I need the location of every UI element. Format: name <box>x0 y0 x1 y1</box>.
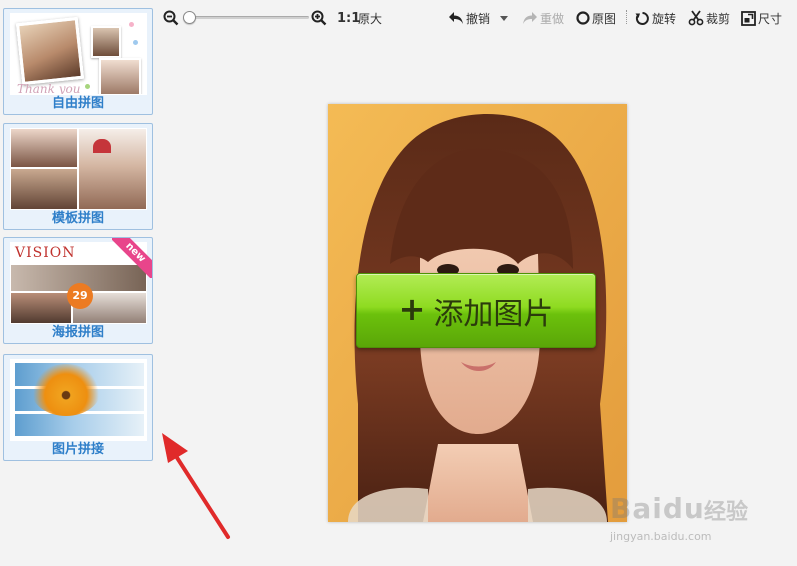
mode-label: 自由拼图 <box>51 96 104 111</box>
crop-label: 裁剪 <box>706 11 731 26</box>
zoom-in-icon <box>311 10 327 26</box>
mode-label: 模板拼图 <box>51 211 104 226</box>
watermark-url: jingyan.baidu.com <box>610 530 712 543</box>
watermark-logo-cn: 经验 <box>704 500 749 525</box>
new-badge-text: new <box>112 238 152 278</box>
zoom-slider-track <box>185 16 309 19</box>
rotate-label: 旋转 <box>652 11 677 26</box>
original-image-label: 原图 <box>592 11 617 26</box>
red-arrow-annotation <box>162 433 230 539</box>
one-to-one-button[interactable]: 1:1 <box>337 8 360 28</box>
add-image-label: 添加图片 <box>433 296 554 332</box>
undo-icon <box>449 12 463 24</box>
baidu-watermark: Baidu 经验 jingyan.baidu.com <box>610 492 795 552</box>
zoom-in-button[interactable] <box>311 8 327 28</box>
crop-button[interactable]: 裁剪 <box>688 8 730 28</box>
zoom-out-icon <box>163 10 179 26</box>
undo-dropdown-button[interactable] <box>499 8 509 28</box>
mode-label: 海报拼图 <box>51 325 104 340</box>
mode-image-stitch[interactable]: 图片拼接 <box>3 354 153 461</box>
undo-button[interactable]: 撤销 <box>448 8 490 28</box>
mode-template-collage[interactable]: 模板拼图 <box>3 123 153 230</box>
original-image-button[interactable]: 原图 <box>576 8 616 28</box>
free-collage-thumbnail: Thank you <box>10 13 147 95</box>
redo-label: 重做 <box>540 11 565 26</box>
poster-title-text: VISION <box>15 245 76 261</box>
rotate-icon <box>635 11 649 25</box>
poster-number-badge: 29 <box>67 283 93 309</box>
watermark-logo: Baidu <box>610 492 705 525</box>
plus-icon: + <box>398 289 426 328</box>
circle-icon <box>576 11 590 25</box>
zoom-out-button[interactable] <box>163 8 179 28</box>
rotate-button[interactable]: 旋转 <box>635 8 676 28</box>
template-collage-thumbnail <box>10 128 147 210</box>
toolbar-divider <box>626 10 627 24</box>
mode-free-collage[interactable]: Thank you 自由拼图 <box>3 8 153 115</box>
add-image-button[interactable]: + 添加图片 <box>356 273 596 348</box>
dropdown-icon <box>500 16 508 21</box>
size-button[interactable]: 尺寸 <box>741 8 782 28</box>
redo-button[interactable]: 重做 <box>522 8 564 28</box>
zoom-slider[interactable] <box>183 10 309 26</box>
mode-poster-collage[interactable]: VISION 29 new 海报拼图 <box>3 237 153 344</box>
new-badge: new <box>112 238 152 278</box>
size-label: 尺寸 <box>758 11 783 26</box>
image-stitch-thumbnail <box>10 359 147 441</box>
zoom-slider-handle[interactable] <box>183 11 196 24</box>
undo-label: 撤销 <box>466 11 491 26</box>
mode-label: 图片拼接 <box>51 442 104 457</box>
scissors-icon <box>688 10 704 26</box>
flower-image <box>31 364 101 416</box>
redo-icon <box>523 12 537 24</box>
original-size-button[interactable]: 原大 <box>358 8 382 28</box>
resize-icon <box>741 10 756 26</box>
